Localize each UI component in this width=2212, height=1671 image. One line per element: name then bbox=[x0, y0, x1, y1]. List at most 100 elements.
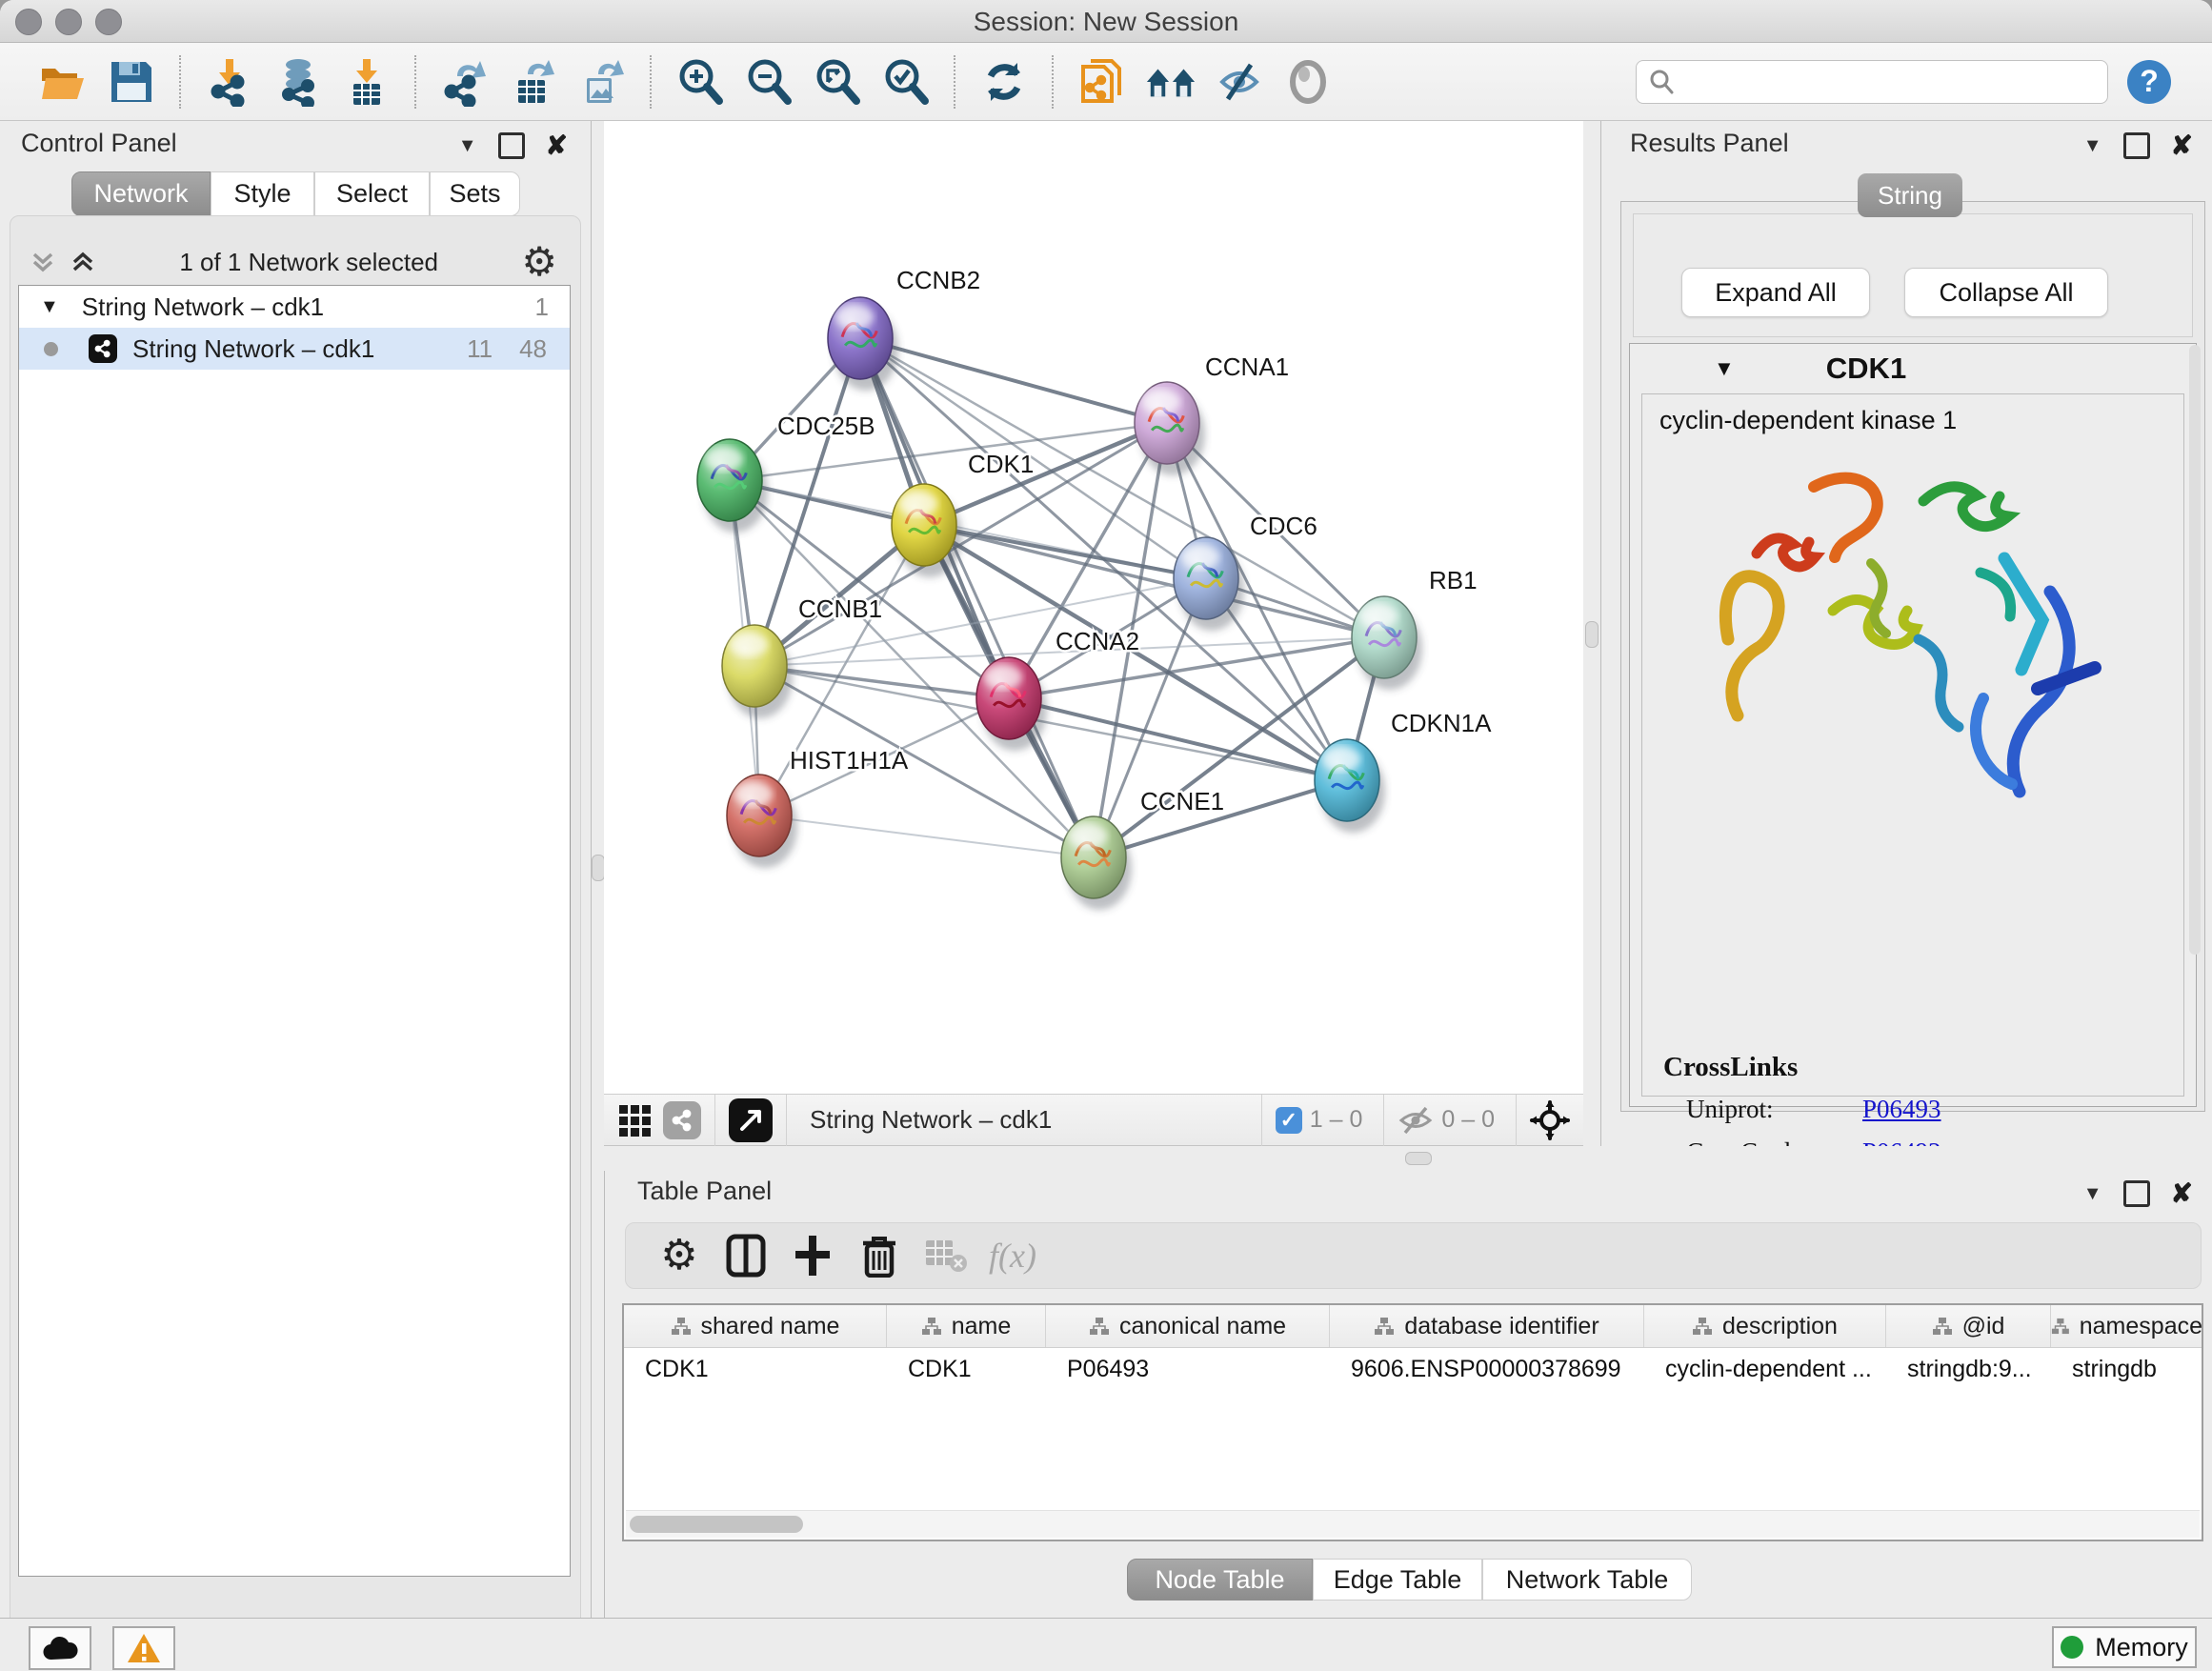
gene-collapse-icon[interactable]: ▼ bbox=[1714, 356, 1735, 381]
network-canvas[interactable]: CCNB2CCNA1CDC25BCDK1CDC6RB1CCNB1CCNA2CDK… bbox=[604, 121, 1583, 1094]
panel-float-icon[interactable] bbox=[2123, 1180, 2150, 1207]
right-splitter[interactable] bbox=[1583, 121, 1600, 1171]
memory-button[interactable]: Memory bbox=[2052, 1626, 2197, 1668]
zoom-out-icon[interactable] bbox=[743, 56, 794, 108]
import-network-file-icon[interactable] bbox=[204, 56, 255, 108]
panel-menu-icon[interactable]: ▼ bbox=[2083, 135, 2102, 157]
delete-column-trash-icon[interactable] bbox=[853, 1232, 906, 1279]
panel-close-icon[interactable]: ✘ bbox=[2171, 135, 2193, 156]
column-header-database-identifier[interactable]: database identifier bbox=[1330, 1305, 1644, 1347]
column-header-canonical-name[interactable]: canonical name bbox=[1046, 1305, 1330, 1347]
center-view-crosshair-icon[interactable] bbox=[1530, 1100, 1570, 1140]
zoom-selected-icon[interactable] bbox=[880, 56, 932, 108]
edge-HIST1H1A-CCNE1[interactable] bbox=[759, 815, 1094, 857]
help-icon[interactable]: ? bbox=[2123, 56, 2175, 108]
tab-sets[interactable]: Sets bbox=[430, 171, 520, 216]
import-table-file-icon[interactable] bbox=[341, 56, 392, 108]
right-splitter-handle[interactable] bbox=[1585, 621, 1599, 648]
network-view-toolbar: String Network – cdk1 ✓ 1 – 0 0 – 0 bbox=[604, 1094, 1583, 1146]
expand-all-button[interactable]: Expand All bbox=[1681, 268, 1870, 317]
panel-float-icon[interactable] bbox=[2123, 132, 2150, 159]
edge-CCNB1-CCNA2[interactable] bbox=[754, 666, 1009, 698]
results-scrollbar[interactable] bbox=[2189, 345, 2201, 955]
gene-description: cyclin-dependent kinase 1 bbox=[1659, 406, 1957, 435]
export-table-icon[interactable] bbox=[508, 56, 559, 108]
column-hierarchy-icon bbox=[1692, 1317, 1713, 1336]
panel-menu-icon[interactable]: ▼ bbox=[458, 135, 477, 157]
node-CCNB1[interactable] bbox=[722, 625, 793, 718]
node-CDKN1A[interactable] bbox=[1315, 739, 1385, 833]
network-collection-row[interactable]: ▼ String Network – cdk1 1 bbox=[19, 286, 570, 328]
export-image-icon[interactable] bbox=[576, 56, 628, 108]
hidden-eye-slash-icon bbox=[1398, 1106, 1434, 1135]
results-tab-string[interactable]: String bbox=[1858, 173, 1962, 217]
node-table-header: shared namename canonical name database id… bbox=[624, 1305, 2202, 1348]
column-header-description[interactable]: description bbox=[1644, 1305, 1886, 1347]
node-CDC25B[interactable] bbox=[697, 439, 768, 533]
collapse-all-button[interactable]: Collapse All bbox=[1904, 268, 2108, 317]
warning-status-button[interactable] bbox=[112, 1626, 175, 1670]
column-header--id[interactable]: @id bbox=[1886, 1305, 2051, 1347]
export-network-icon[interactable] bbox=[439, 56, 491, 108]
cloud-status-button[interactable] bbox=[29, 1626, 91, 1670]
collapse-all-networks-icon[interactable] bbox=[70, 251, 96, 273]
panel-float-icon[interactable] bbox=[498, 132, 525, 159]
table-cell: 9606.ENSP00000378699 bbox=[1330, 1348, 1644, 1390]
tab-edge-table[interactable]: Edge Table bbox=[1313, 1559, 1482, 1601]
panel-menu-icon[interactable]: ▼ bbox=[2083, 1183, 2102, 1205]
column-header-namespace[interactable]: namespace bbox=[2051, 1305, 2203, 1347]
refresh-view-icon[interactable] bbox=[978, 56, 1030, 108]
horizontal-splitter[interactable] bbox=[604, 1146, 2212, 1171]
show-all-icon[interactable] bbox=[1282, 56, 1334, 108]
expand-all-networks-icon[interactable] bbox=[30, 251, 56, 273]
panel-close-icon[interactable]: ✘ bbox=[2171, 1183, 2193, 1204]
crosslink-value-link[interactable]: P06493 bbox=[1862, 1095, 1941, 1124]
node-RB1[interactable] bbox=[1352, 596, 1422, 690]
horizontal-splitter-handle[interactable] bbox=[1405, 1152, 1432, 1165]
panel-close-icon[interactable]: ✘ bbox=[546, 135, 568, 156]
tab-style[interactable]: Style bbox=[211, 171, 314, 216]
create-column-icon[interactable] bbox=[786, 1232, 839, 1279]
open-session-icon[interactable] bbox=[37, 56, 89, 108]
detach-view-icon[interactable] bbox=[729, 1098, 773, 1142]
show-columns-icon[interactable] bbox=[719, 1232, 773, 1279]
gene-card-header[interactable]: ▼ CDK1 bbox=[1630, 344, 2196, 393]
node-CCNB2[interactable] bbox=[828, 297, 898, 391]
new-network-from-selection-icon[interactable] bbox=[1076, 56, 1128, 108]
birds-eye-grid-icon[interactable] bbox=[617, 1103, 652, 1137]
node-HIST1H1A[interactable] bbox=[727, 775, 797, 868]
tab-node-table[interactable]: Node Table bbox=[1127, 1559, 1313, 1601]
import-network-database-icon[interactable] bbox=[272, 56, 324, 108]
collection-expand-icon[interactable]: ▼ bbox=[40, 296, 59, 318]
edge-CCNB2-CCNE1[interactable] bbox=[860, 338, 1094, 857]
toolbar-search-field[interactable] bbox=[1636, 60, 2108, 104]
network-options-gear-icon[interactable]: ⚙ bbox=[521, 243, 557, 281]
tab-network[interactable]: Network bbox=[71, 171, 211, 216]
table-horizontal-scrollbar[interactable] bbox=[626, 1510, 2200, 1538]
first-neighbors-icon[interactable] bbox=[1145, 56, 1196, 108]
tab-network-table[interactable]: Network Table bbox=[1482, 1559, 1692, 1601]
tab-select[interactable]: Select bbox=[314, 171, 430, 216]
column-header-name[interactable]: name bbox=[887, 1305, 1046, 1347]
column-header-shared-name[interactable]: shared name bbox=[624, 1305, 887, 1347]
zoom-in-icon[interactable] bbox=[674, 56, 726, 108]
string-view-icon[interactable] bbox=[663, 1101, 701, 1139]
canvas-bar-separator bbox=[1261, 1095, 1262, 1146]
table-scrollbar-thumb[interactable] bbox=[630, 1516, 803, 1533]
node-CCNA2[interactable] bbox=[976, 657, 1047, 751]
column-header-label: canonical name bbox=[1119, 1313, 1286, 1340]
table-row[interactable]: CDK1CDK1P064939606.ENSP00000378699cyclin… bbox=[624, 1348, 2202, 1390]
canvas-bar-separator bbox=[1383, 1095, 1384, 1146]
selected-count-checkbox-icon[interactable]: ✓ bbox=[1276, 1107, 1302, 1134]
node-CCNE1[interactable] bbox=[1061, 816, 1132, 910]
zoom-fit-content-icon[interactable] bbox=[812, 56, 863, 108]
network-row[interactable]: String Network – cdk1 11 48 bbox=[19, 328, 570, 370]
table-options-gear-icon[interactable]: ⚙ bbox=[653, 1232, 706, 1279]
edge-CCNA2-CDKN1A[interactable] bbox=[1009, 698, 1347, 780]
hide-selected-icon[interactable] bbox=[1214, 56, 1265, 108]
left-splitter[interactable] bbox=[592, 121, 604, 1171]
warning-icon bbox=[127, 1633, 161, 1663]
search-input[interactable] bbox=[1675, 68, 2079, 96]
save-session-icon[interactable] bbox=[106, 56, 157, 108]
left-splitter-handle[interactable] bbox=[592, 855, 605, 881]
